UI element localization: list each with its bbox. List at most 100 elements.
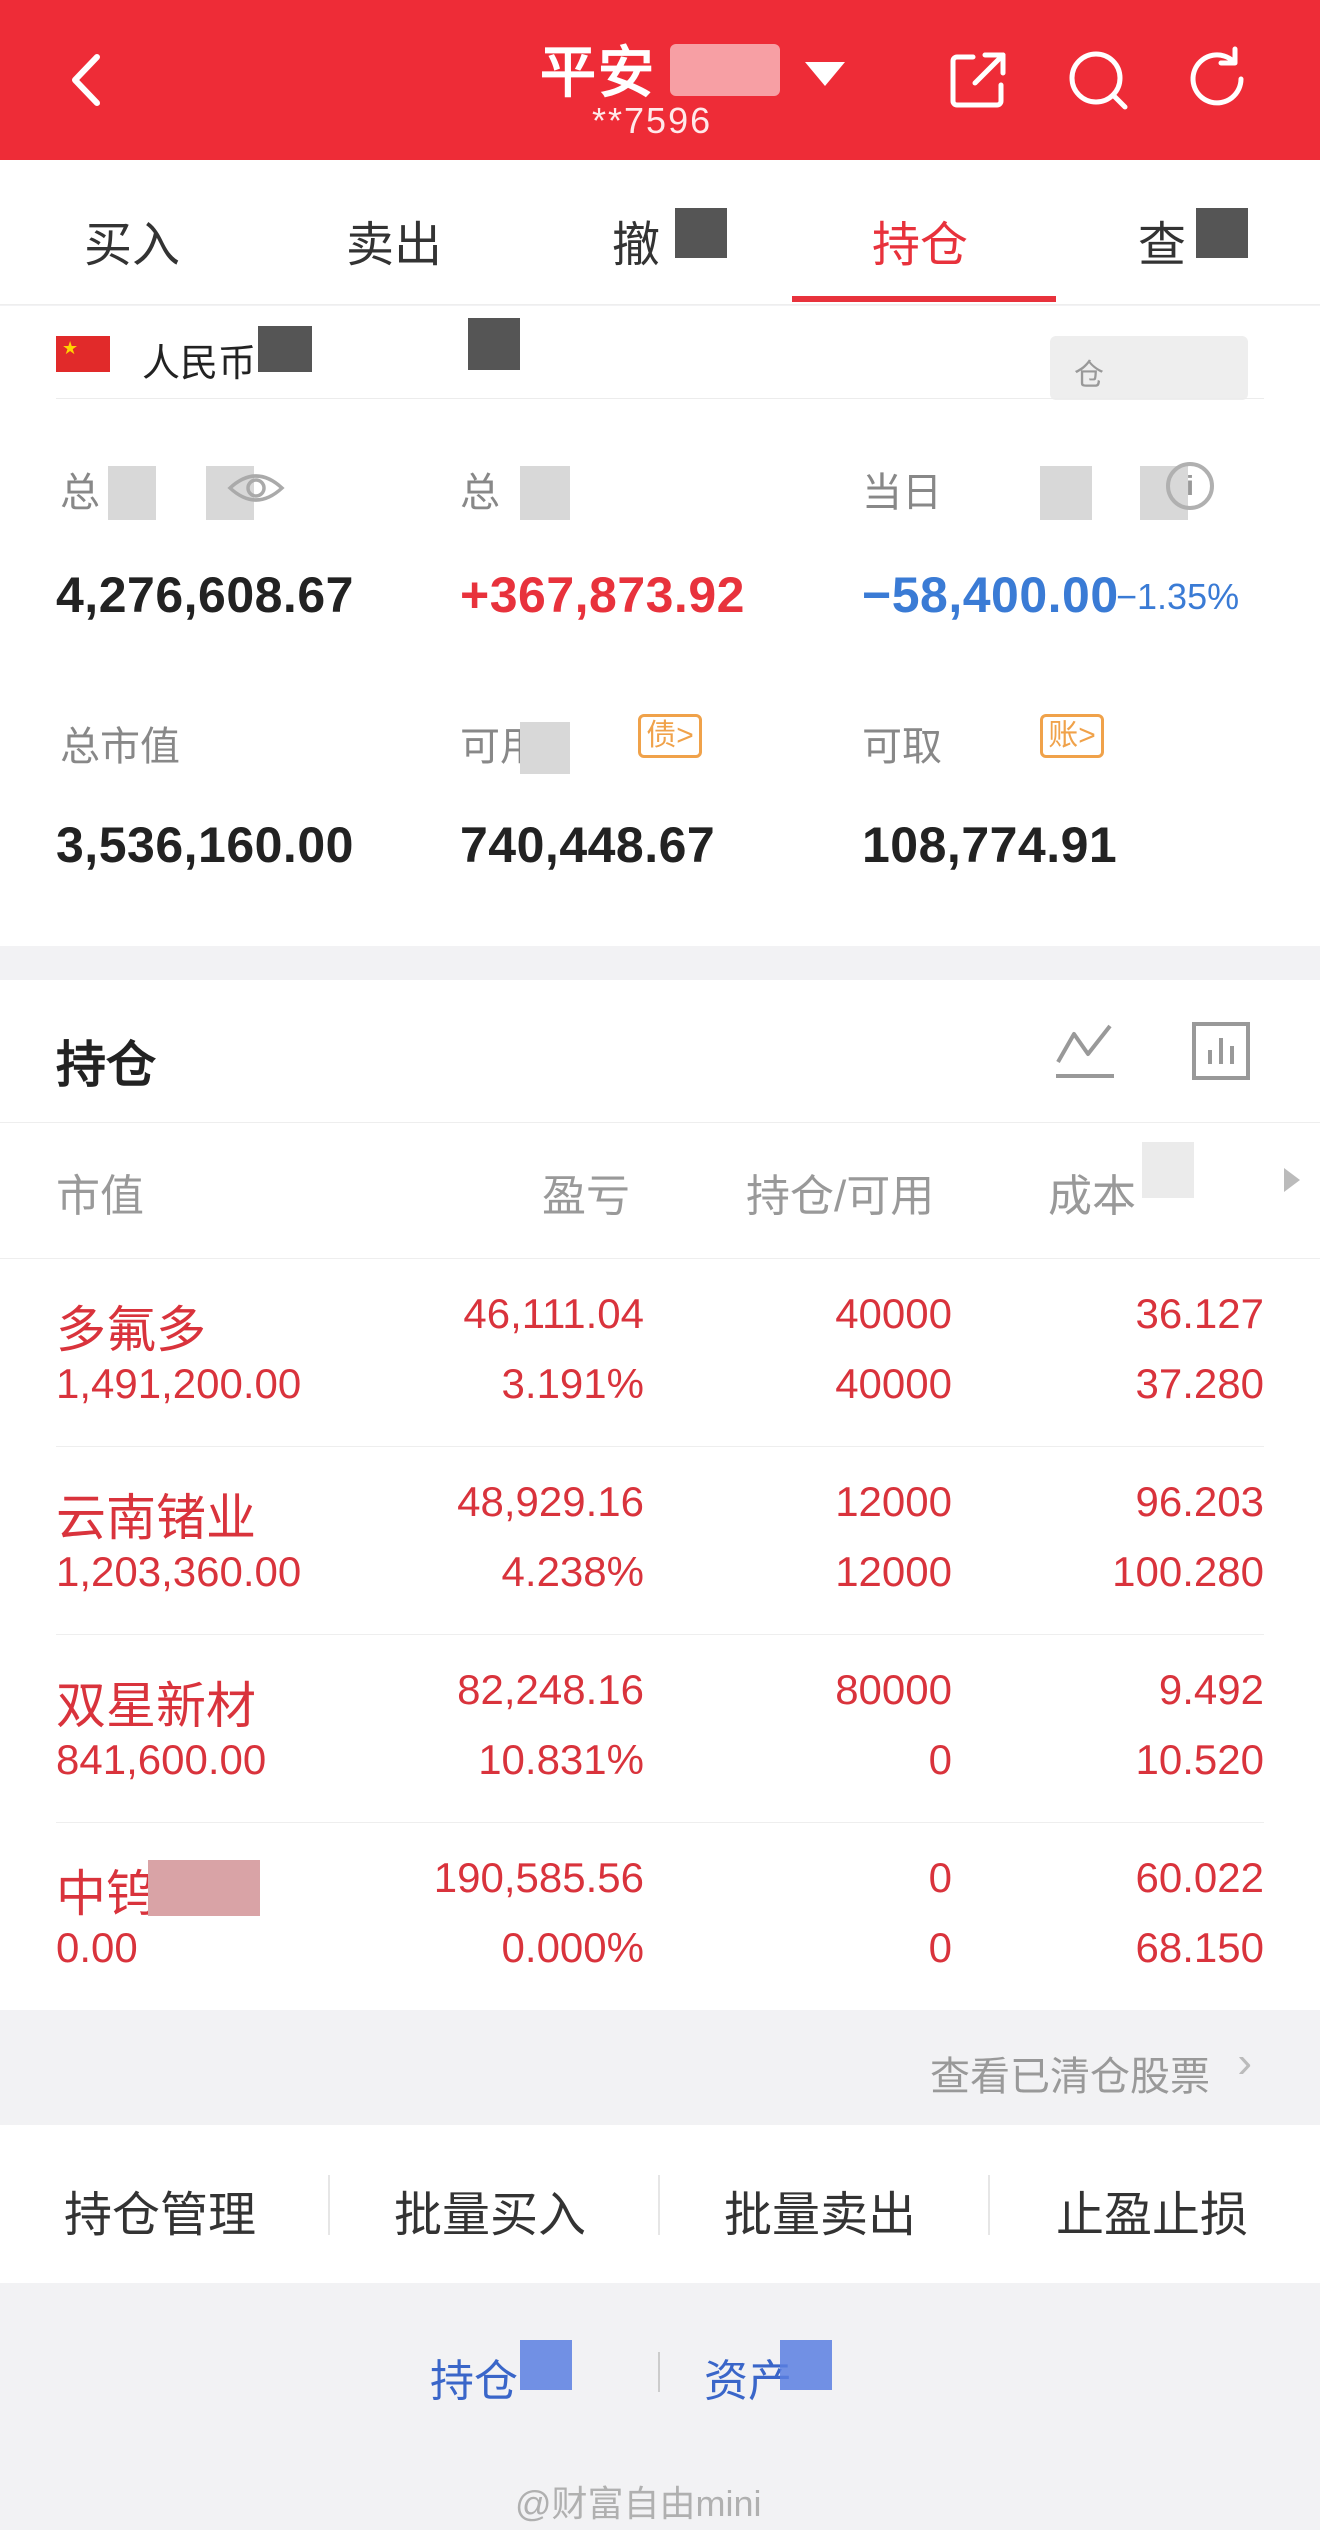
eye-icon[interactable] <box>226 466 286 510</box>
redaction <box>780 2340 832 2390</box>
bar-chart-icon[interactable] <box>1186 1016 1256 1086</box>
redaction <box>1040 466 1092 520</box>
cost-price: 9.492 <box>1158 1666 1264 1713</box>
column-header-cost[interactable]: 成本 <box>1048 1160 1136 1224</box>
redaction <box>468 318 520 370</box>
withdrawable-label: 可取 <box>862 725 942 769</box>
total-assets-value: 4,276,608.67 <box>56 567 354 623</box>
redaction <box>675 208 727 258</box>
redaction <box>520 722 570 774</box>
market-value: 841,600.00 <box>56 1736 267 1783</box>
market-value-value: 3,536,160.00 <box>56 817 354 873</box>
pnl-value: 46,111.04 <box>463 1290 644 1337</box>
redaction <box>148 1860 260 1916</box>
cost-price: 36.127 <box>1135 1290 1264 1337</box>
take-profit-stop-loss-button[interactable]: 止盈止损 <box>1056 2175 1248 2245</box>
holdings-action-bar: 持仓管理 批量买入 批量卖出 止盈止损 <box>0 2125 1320 2283</box>
redaction <box>520 466 570 520</box>
manage-holdings-button[interactable]: 持仓管理 <box>64 2175 256 2245</box>
available-funds-action[interactable]: 债> <box>638 714 702 758</box>
divider <box>0 1122 1320 1123</box>
redaction <box>670 44 780 96</box>
holding-qty: 80000 <box>835 1666 952 1713</box>
available-qty: 12000 <box>835 1548 952 1595</box>
daily-pnl-value: −58,400.00 <box>862 567 1119 623</box>
holdings-panel: 持仓 市值 盈亏 持仓/可用 成本 多氟多 1,491,200.00 46,11… <box>0 980 1320 2010</box>
pnl-percent: 0.000% <box>501 1924 644 1971</box>
redaction <box>1142 1142 1194 1198</box>
account-dropdown-icon[interactable] <box>805 62 845 86</box>
total-assets-label: 总 <box>60 471 100 515</box>
assets-footer-link[interactable]: 资产 <box>704 2345 792 2409</box>
stock-name: 多氟多 <box>56 1302 206 1358</box>
tab-cancel[interactable]: 撤 <box>612 205 660 275</box>
current-price: 68.150 <box>1135 1924 1264 1971</box>
trend-chart-icon[interactable] <box>1050 1016 1120 1086</box>
china-flag-icon: ★ <box>56 336 110 372</box>
chevron-left-icon <box>72 54 100 106</box>
withdrawable-action[interactable]: 账> <box>1040 714 1104 758</box>
asset-summary: ★ 人民币 仓 总 4,276,608.67 总 +367,873.92 当日 … <box>0 306 1320 946</box>
redaction <box>258 326 312 372</box>
refresh-button[interactable] <box>1178 40 1258 120</box>
redaction <box>520 2340 572 2390</box>
current-price: 100.280 <box>1112 1548 1264 1595</box>
divider <box>328 2175 330 2235</box>
divider <box>56 1446 1264 1447</box>
pnl-value: 48,929.16 <box>457 1478 644 1525</box>
top-bar: 平安 **7596 <box>0 0 1320 160</box>
divider <box>0 1258 1320 1259</box>
market-value-label: 总市值 <box>60 725 180 769</box>
column-header-holding[interactable]: 持仓/可用 <box>746 1160 934 1224</box>
tab-query[interactable]: 查 <box>1138 205 1186 275</box>
available-qty: 0 <box>928 1924 952 1971</box>
available-funds-value: 740,448.67 <box>460 817 716 873</box>
cost-price: 60.022 <box>1135 1854 1264 1901</box>
market-value: 1,491,200.00 <box>56 1360 302 1407</box>
holding-qty: 40000 <box>835 1290 952 1337</box>
redaction <box>1196 208 1248 258</box>
scroll-right-icon[interactable] <box>1284 1168 1300 1192</box>
current-price: 10.520 <box>1135 1736 1264 1783</box>
batch-sell-button[interactable]: 批量卖出 <box>724 2175 916 2245</box>
tab-buy[interactable]: 买入 <box>84 205 180 275</box>
search-button[interactable] <box>1058 40 1138 120</box>
total-pnl-label: 总 <box>460 471 500 515</box>
search-icon <box>1069 51 1128 110</box>
pnl-percent: 10.831% <box>478 1736 644 1783</box>
active-tab-indicator <box>792 296 1056 302</box>
column-header-market-value[interactable]: 市值 <box>56 1160 144 1224</box>
pnl-percent: 3.191% <box>501 1360 644 1407</box>
stock-name: 云南锗业 <box>56 1490 256 1546</box>
redaction <box>108 466 156 520</box>
position-button[interactable]: 仓 <box>1050 336 1248 400</box>
divider <box>988 2175 990 2235</box>
divider <box>658 2175 660 2235</box>
chevron-right-icon: › <box>1237 2038 1252 2087</box>
info-icon[interactable]: i <box>1166 462 1214 510</box>
account-number: **7596 <box>592 100 713 141</box>
column-header-pnl[interactable]: 盈亏 <box>542 1160 630 1224</box>
view-cleared-stocks-link[interactable]: 查看已清仓股票 › <box>0 2010 1320 2125</box>
back-button[interactable] <box>48 40 128 120</box>
watermark: @财富自由mini <box>515 2483 762 2524</box>
pnl-value: 190,585.56 <box>433 1854 644 1901</box>
holdings-title: 持仓 <box>56 1037 156 1093</box>
refresh-icon <box>1190 46 1244 106</box>
share-button[interactable] <box>938 40 1018 120</box>
pnl-value: 82,248.16 <box>457 1666 644 1713</box>
trade-tabs: 买入 卖出 撤 持仓 查 <box>0 160 1320 305</box>
available-qty: 40000 <box>835 1360 952 1407</box>
divider <box>658 2352 660 2392</box>
available-qty: 0 <box>928 1736 952 1783</box>
tab-sell[interactable]: 卖出 <box>346 205 442 275</box>
daily-pnl-label: 当日 <box>862 471 942 515</box>
tab-holdings[interactable]: 持仓 <box>872 205 968 275</box>
total-pnl-value: +367,873.92 <box>460 567 745 623</box>
batch-buy-button[interactable]: 批量买入 <box>394 2175 586 2245</box>
stock-name: 双星新材 <box>56 1678 256 1734</box>
holdings-footer-link[interactable]: 持仓 <box>430 2345 518 2409</box>
share-icon <box>950 52 1006 108</box>
account-name[interactable]: 平安 <box>540 28 656 109</box>
currency-label[interactable]: 人民币 <box>142 332 256 387</box>
